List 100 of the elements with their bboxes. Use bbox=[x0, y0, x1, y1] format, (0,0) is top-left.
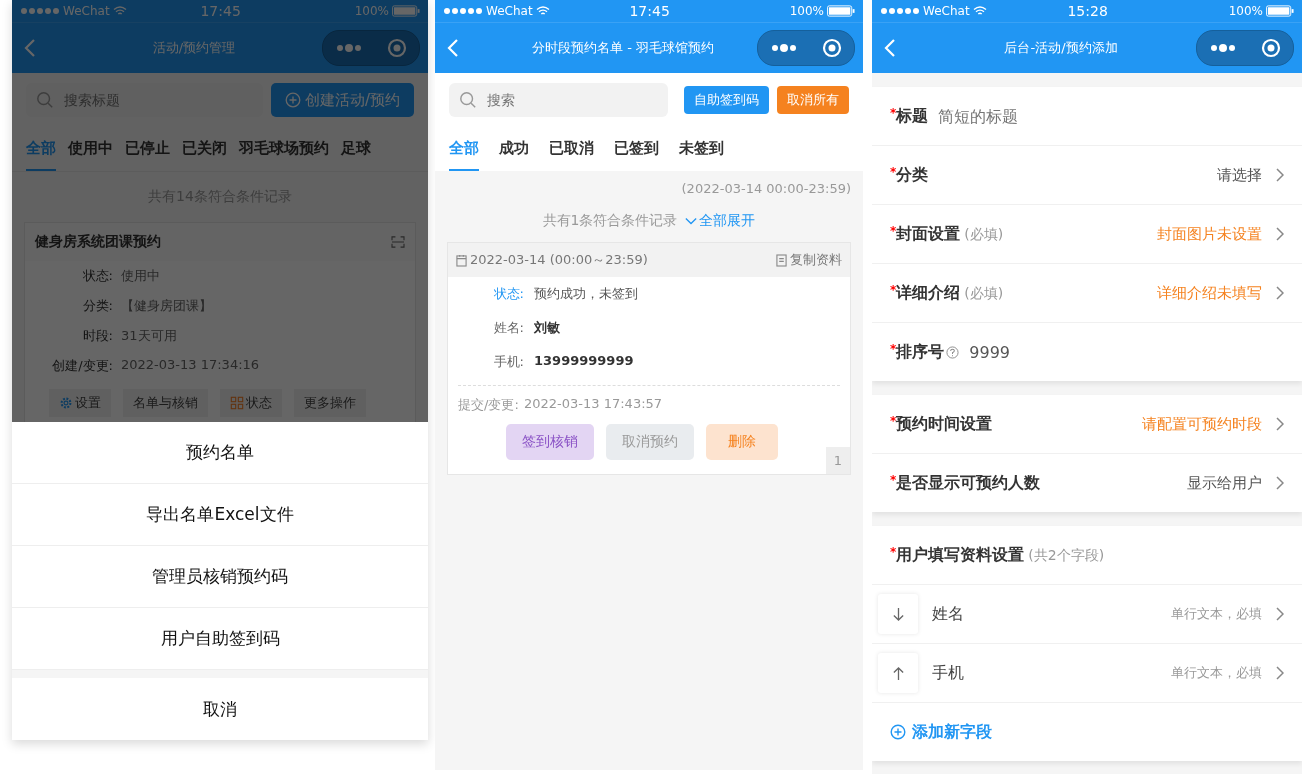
field-name: 手机 bbox=[932, 662, 964, 684]
field-label: 状态: bbox=[492, 285, 524, 303]
back-icon[interactable] bbox=[884, 38, 896, 58]
back-icon[interactable] bbox=[24, 38, 36, 58]
search-input[interactable]: 搜索 bbox=[485, 91, 658, 109]
toolbar-button[interactable]: 自助签到码 bbox=[684, 86, 769, 114]
field-type[interactable]: 单行文本，必填 bbox=[1171, 605, 1262, 623]
tab[interactable]: 成功 bbox=[499, 127, 529, 171]
clock-text: 17:45 bbox=[199, 3, 242, 19]
carrier-text: WeChat bbox=[486, 4, 533, 18]
arrow-up-icon bbox=[891, 665, 905, 681]
create-button[interactable]: 创建活动/预约 bbox=[270, 83, 414, 117]
select-value[interactable]: 请配置可预约时段 bbox=[1142, 414, 1262, 434]
field-value: 预约成功，未签到 bbox=[534, 285, 638, 303]
page-title: 后台-活动/预约添加 bbox=[1003, 39, 1119, 57]
expand-all-link[interactable]: 全部展开 bbox=[685, 212, 756, 230]
booking-action-button[interactable]: 签到核销 bbox=[506, 424, 594, 460]
card-action-button[interactable]: 状态 bbox=[220, 389, 282, 417]
battery-icon bbox=[1266, 5, 1294, 17]
scan-icon[interactable] bbox=[391, 236, 405, 248]
battery-text: 100% bbox=[789, 4, 824, 18]
gear-icon bbox=[59, 396, 73, 410]
select-value[interactable]: 封面图片未设置 bbox=[1157, 224, 1262, 244]
chevron-right-icon bbox=[1276, 666, 1284, 680]
carrier-text: WeChat bbox=[923, 4, 970, 18]
tab[interactable]: 羽毛球场预约 bbox=[239, 127, 329, 171]
search-icon bbox=[459, 91, 477, 109]
field-value: 2022-03-13 17:43:57 bbox=[524, 396, 663, 413]
plus-circle-icon bbox=[284, 92, 301, 108]
time-range: (2022-03-14 00:00-23:59) bbox=[680, 180, 851, 198]
field-label: 分类: bbox=[81, 297, 113, 315]
field-label: 时段: bbox=[81, 327, 113, 345]
select-value[interactable]: 显示给用户 bbox=[1187, 473, 1262, 493]
chevron-right-icon bbox=[1276, 417, 1284, 431]
signal-icon bbox=[443, 7, 483, 15]
battery-icon bbox=[392, 5, 420, 17]
battery-text: 100% bbox=[1228, 4, 1263, 18]
more-icon[interactable] bbox=[1209, 44, 1236, 52]
plus-circle-icon bbox=[890, 724, 906, 740]
battery-text: 100% bbox=[354, 4, 389, 18]
field-label: *用户填写资料设置 (共2个字段) bbox=[890, 544, 1105, 566]
capsule-menu[interactable] bbox=[322, 30, 420, 66]
signal-icon bbox=[880, 7, 920, 15]
signal-icon bbox=[20, 7, 60, 15]
field-value: 【健身房团课】 bbox=[121, 297, 212, 315]
field-label: 创建/变更: bbox=[51, 357, 113, 375]
field-label: 手机: bbox=[492, 353, 524, 371]
search-field[interactable]: 搜索 bbox=[449, 83, 668, 117]
card-action-button[interactable]: 设置 bbox=[49, 389, 111, 417]
more-icon[interactable] bbox=[770, 44, 797, 52]
help-icon[interactable] bbox=[946, 345, 960, 359]
tab[interactable]: 足球 bbox=[341, 127, 371, 171]
capsule-menu[interactable] bbox=[757, 30, 855, 66]
grid-icon bbox=[230, 396, 244, 410]
chevron-right-icon bbox=[1276, 607, 1284, 621]
chevron-right-icon bbox=[1276, 476, 1284, 490]
more-icon[interactable] bbox=[335, 44, 362, 52]
select-value[interactable]: 详细介绍未填写 bbox=[1157, 283, 1262, 303]
sheet-option[interactable]: 预约名单 bbox=[12, 422, 428, 484]
back-icon[interactable] bbox=[447, 38, 459, 58]
select-value[interactable]: 请选择 bbox=[1217, 165, 1262, 185]
chevron-right-icon bbox=[1276, 168, 1284, 182]
field-label: *分类 bbox=[890, 164, 929, 186]
search-icon bbox=[36, 91, 54, 109]
field-label: *排序号 bbox=[890, 341, 945, 363]
arrow-down-icon bbox=[891, 606, 905, 622]
clock-text: 17:45 bbox=[628, 3, 671, 19]
capsule-menu[interactable] bbox=[1196, 30, 1294, 66]
wifi-icon bbox=[112, 6, 127, 16]
field-value: 刘敏 bbox=[534, 319, 560, 337]
tab[interactable]: 已停止 bbox=[125, 127, 170, 171]
tab[interactable]: 已关闭 bbox=[182, 127, 227, 171]
calendar-icon bbox=[456, 253, 467, 267]
tab[interactable]: 全部 bbox=[26, 127, 56, 171]
record-count: 共有1条符合条件记录 bbox=[542, 212, 678, 230]
field-label: *预约时间设置 bbox=[890, 413, 993, 435]
tab[interactable]: 已取消 bbox=[549, 127, 594, 171]
tab[interactable]: 未签到 bbox=[679, 127, 724, 171]
field-value: 13999999999 bbox=[534, 353, 634, 370]
booking-action-button[interactable]: 取消预约 bbox=[606, 424, 694, 460]
field-value: 31天可用 bbox=[121, 327, 177, 345]
clock-text: 15:28 bbox=[1066, 3, 1109, 19]
page-title: 分时段预约名单 - 羽毛球馆预约 bbox=[531, 39, 715, 57]
field-type[interactable]: 单行文本，必填 bbox=[1171, 664, 1262, 682]
add-field-link[interactable]: 添加新字段 bbox=[890, 721, 992, 743]
card-action-button[interactable]: 名单与核销 bbox=[123, 389, 208, 417]
document-icon bbox=[776, 253, 787, 267]
tab[interactable]: 已签到 bbox=[614, 127, 659, 171]
date-text: 2022-03-14 (00:00～23:59) bbox=[456, 251, 648, 269]
booking-action-button[interactable]: 删除 bbox=[706, 424, 778, 460]
chevron-down-icon bbox=[685, 217, 698, 225]
field-value: 2022-03-13 17:34:16 bbox=[121, 357, 260, 374]
toolbar-button[interactable]: 取消所有 bbox=[777, 86, 849, 114]
page-number: 1 bbox=[825, 447, 850, 474]
field-label: 姓名: bbox=[492, 319, 524, 337]
card-action-button[interactable]: 更多操作 bbox=[294, 389, 366, 417]
copy-link[interactable]: 复制资料 bbox=[776, 251, 842, 269]
wifi-icon bbox=[535, 6, 550, 16]
field-name: 姓名 bbox=[932, 603, 964, 625]
tab[interactable]: 使用中 bbox=[68, 127, 113, 171]
